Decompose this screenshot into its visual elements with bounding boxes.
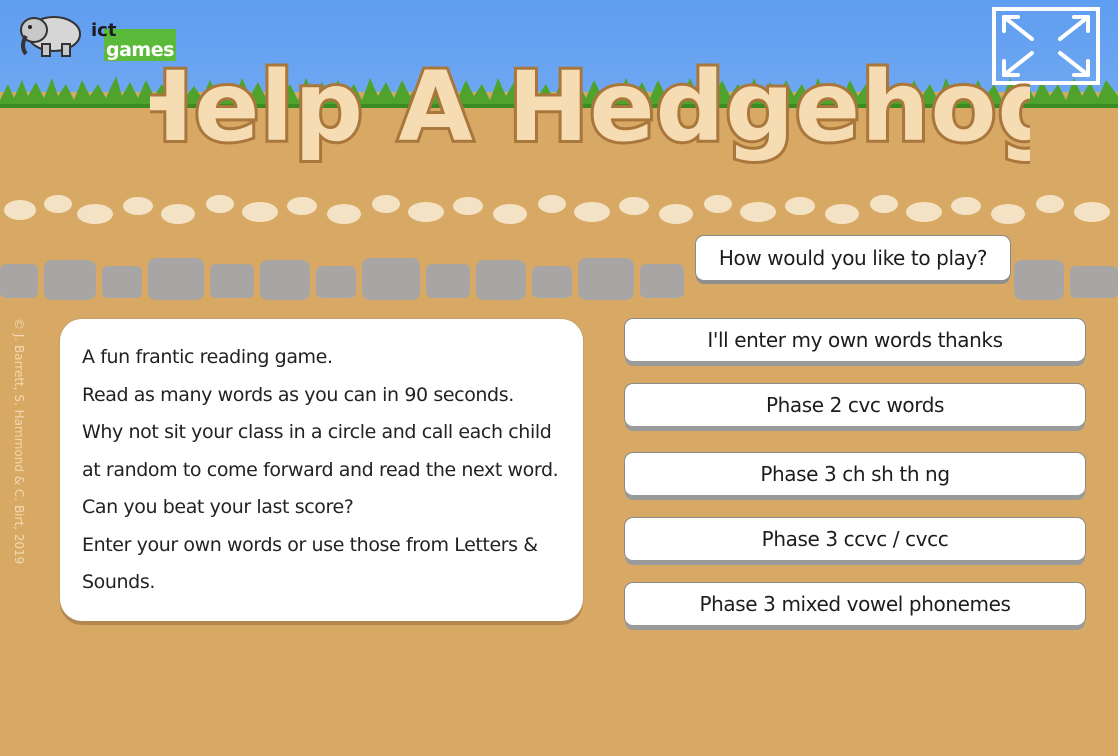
option-phase3-ccvc-button[interactable]: Phase 3 ccvc / cvcc — [625, 518, 1085, 560]
intro-line: Why not sit your class in a circle and c… — [82, 421, 552, 443]
intro-line: Sounds. — [82, 571, 155, 593]
elephant-icon — [20, 16, 81, 57]
intro-line: at random to come forward and read the n… — [82, 458, 559, 481]
option-phase3-digraphs-button[interactable]: Phase 3 ch sh th ng — [625, 453, 1085, 495]
intro-panel: A fun frantic reading game. Read as many… — [60, 319, 583, 621]
copyright-notice: © J. Barrett, S. Hammond & C. Birt, 2019 — [10, 318, 30, 568]
option-phase2-cvc-button[interactable]: Phase 2 cvc words — [625, 384, 1085, 426]
game-title: Help A Hedgehog — [150, 48, 1030, 166]
light-stone-layer — [4, 195, 1110, 224]
ictgames-logo[interactable]: ict games — [16, 10, 176, 61]
option-phase3-vowels-button[interactable]: Phase 3 mixed vowel phonemes — [625, 583, 1085, 625]
game-title-text: Help A Hedgehog — [150, 51, 1030, 163]
option-own-words-button[interactable]: I'll enter my own words thanks — [625, 319, 1085, 361]
intro-line: A fun frantic reading game. — [82, 346, 333, 368]
intro-line: Can you beat your last score? — [82, 496, 354, 518]
logo-prefix: ict — [91, 20, 117, 41]
intro-line: Enter your own words or use those from L… — [82, 533, 538, 556]
play-mode-question: How would you like to play? — [696, 236, 1010, 280]
copyright-text: © J. Barrett, S. Hammond & C. Birt, 2019 — [12, 318, 26, 565]
intro-line: Read as many words as you can in 90 seco… — [82, 383, 514, 406]
